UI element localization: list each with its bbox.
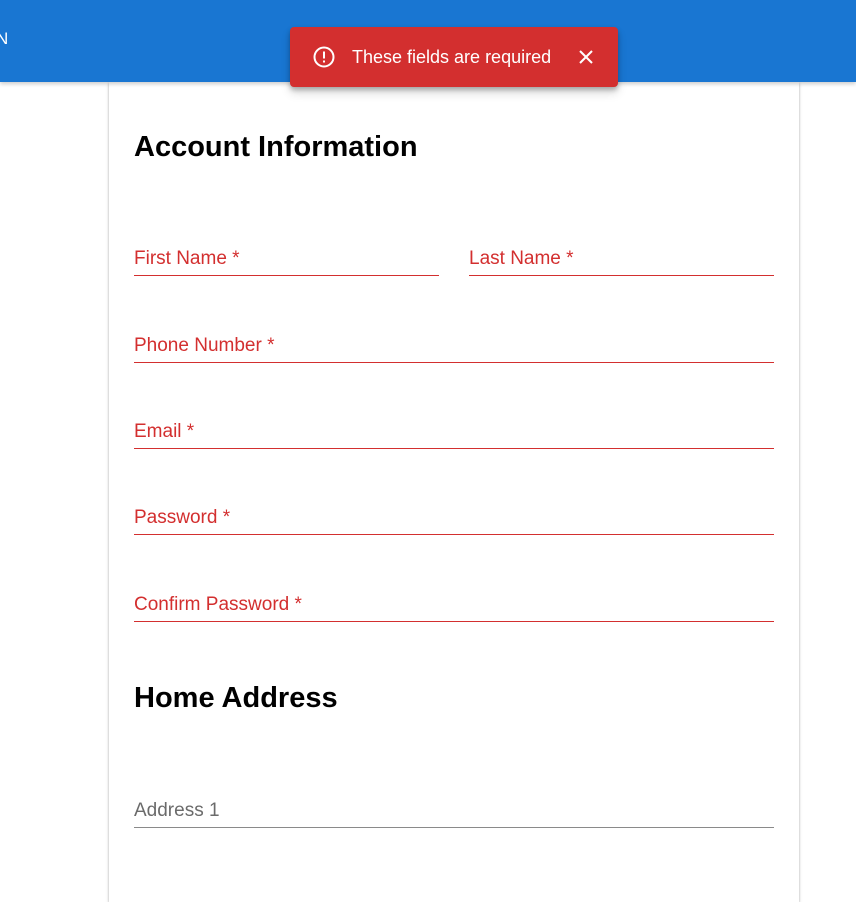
last-name-input[interactable] [469, 242, 774, 276]
password-underline [134, 534, 774, 535]
email-field[interactable]: Email * [134, 415, 774, 449]
address1-input[interactable] [134, 794, 774, 828]
section-title-home-address: Home Address [134, 682, 338, 714]
password-input[interactable] [134, 501, 774, 535]
error-snackbar: These fields are required [290, 27, 618, 87]
password-field[interactable]: Password * [134, 501, 774, 535]
snackbar-message: These fields are required [352, 47, 552, 67]
last-name-underline [469, 275, 774, 276]
close-icon[interactable] [576, 47, 596, 67]
first-name-input[interactable] [134, 242, 439, 276]
first-name-field[interactable]: First Name * [134, 242, 439, 276]
phone-number-field[interactable]: Phone Number * [134, 329, 774, 363]
app-bar-title: N [0, 29, 9, 48]
section-title-account: Account Information [134, 131, 418, 163]
address1-underline [134, 827, 774, 828]
phone-number-input[interactable] [134, 329, 774, 363]
confirm-password-underline [134, 621, 774, 622]
first-name-underline [134, 275, 439, 276]
confirm-password-input[interactable] [134, 588, 774, 622]
error-outline-icon [312, 45, 336, 69]
email-input[interactable] [134, 415, 774, 449]
email-underline [134, 448, 774, 449]
registration-form-card: Account Information First Name * Last Na… [109, 82, 799, 902]
phone-number-underline [134, 362, 774, 363]
address1-field[interactable]: Address 1 [134, 794, 774, 828]
last-name-field[interactable]: Last Name * [469, 242, 774, 276]
confirm-password-field[interactable]: Confirm Password * [134, 588, 774, 622]
